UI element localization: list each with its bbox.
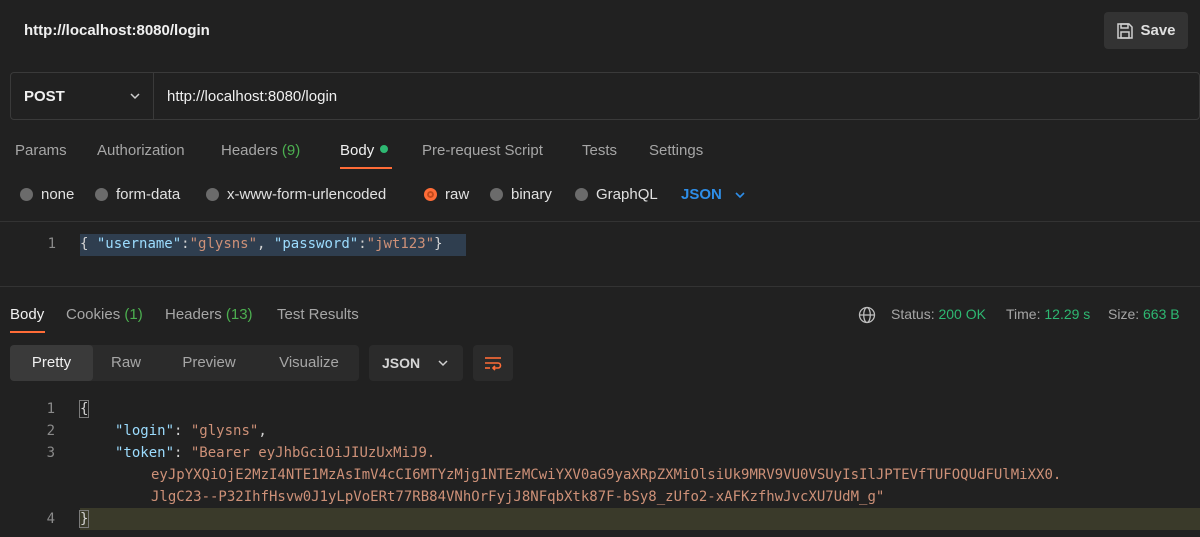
url-input[interactable] bbox=[167, 88, 1167, 105]
tab-body-label: Body bbox=[340, 142, 375, 159]
response-format-select[interactable]: JSON bbox=[369, 345, 463, 381]
json-open-brace: { bbox=[78, 400, 90, 418]
tab-headers[interactable]: Headers (9) bbox=[221, 142, 300, 159]
size-value: 663 B bbox=[1143, 306, 1180, 322]
radio-form-data[interactable]: form-data bbox=[95, 186, 180, 203]
view-visualize-button[interactable]: Visualize bbox=[259, 345, 359, 381]
json-token-continuation: JlgC23--P32IhfHsvw0J1yLpVoERt77RB84VNhOr… bbox=[151, 489, 885, 505]
body-type-options: none form-data x-www-form-urlencoded raw… bbox=[0, 182, 1200, 210]
line-number: 2 bbox=[46, 423, 55, 439]
raw-format-label: JSON bbox=[681, 186, 722, 203]
tab-response-body[interactable]: Body bbox=[10, 306, 44, 323]
view-raw-button[interactable]: Raw bbox=[93, 345, 159, 381]
tab-settings[interactable]: Settings bbox=[649, 142, 703, 159]
radio-urlencoded[interactable]: x-www-form-urlencoded bbox=[206, 186, 386, 203]
tab-response-headers-label: Headers bbox=[165, 306, 222, 323]
radio-binary[interactable]: binary bbox=[490, 186, 552, 203]
radio-circle bbox=[95, 188, 108, 201]
json-token-line: "token": "Bearer eyJhbGciOiJIUzUxMiJ9. bbox=[115, 445, 436, 461]
size-info: Size: 663 B bbox=[1108, 306, 1180, 322]
view-preview-button[interactable]: Preview bbox=[159, 345, 259, 381]
json-login-line: "login": "glysns", bbox=[115, 423, 267, 439]
line-number: 3 bbox=[46, 445, 55, 461]
radio-circle bbox=[575, 188, 588, 201]
radio-circle bbox=[490, 188, 503, 201]
request-title[interactable]: http://localhost:8080/login bbox=[24, 22, 210, 39]
save-label: Save bbox=[1140, 22, 1176, 39]
request-body-editor[interactable]: 1 { "username":"glysns", "password":"jwt… bbox=[0, 221, 1200, 287]
response-tabs: Body Cookies (1) Headers (13) Test Resul… bbox=[0, 298, 1200, 336]
radio-binary-label: binary bbox=[511, 186, 552, 203]
request-body-code: { "username":"glysns", "password":"jwt12… bbox=[80, 236, 443, 252]
response-headers-count: (13) bbox=[225, 306, 253, 323]
wrap-lines-icon bbox=[485, 357, 502, 371]
tab-authorization[interactable]: Authorization bbox=[97, 142, 185, 159]
response-view-toggle: Pretty Raw Preview Visualize bbox=[10, 345, 359, 381]
radio-none-label: none bbox=[41, 186, 75, 203]
active-tab-indicator bbox=[340, 167, 392, 169]
radio-graphql-label: GraphQL bbox=[596, 186, 658, 203]
json-close-brace: } bbox=[78, 510, 90, 528]
wrap-lines-button[interactable] bbox=[473, 345, 513, 381]
radio-circle bbox=[20, 188, 33, 201]
radio-raw[interactable]: raw bbox=[424, 186, 469, 203]
tab-cookies[interactable]: Cookies (1) bbox=[66, 306, 143, 323]
tab-tests[interactable]: Tests bbox=[582, 142, 617, 159]
method-label: POST bbox=[24, 88, 65, 105]
radio-raw-label: raw bbox=[445, 186, 470, 203]
time-info: Time: 12.29 s bbox=[1006, 306, 1090, 322]
radio-circle bbox=[206, 188, 219, 201]
line-number: 1 bbox=[47, 236, 56, 252]
view-pretty-button[interactable]: Pretty bbox=[10, 345, 93, 381]
time-value: 12.29 s bbox=[1044, 306, 1091, 322]
radio-urlencoded-label: x-www-form-urlencoded bbox=[227, 186, 387, 203]
title-bar: http://localhost:8080/login Save bbox=[0, 0, 1200, 62]
status-label: Status: bbox=[891, 306, 935, 322]
tab-params[interactable]: Params bbox=[15, 142, 67, 159]
request-tabs: Params Authorization Headers (9) Body Pr… bbox=[0, 134, 1200, 172]
radio-graphql[interactable]: GraphQL bbox=[575, 186, 658, 203]
size-label: Size: bbox=[1108, 306, 1140, 322]
tab-cookies-label: Cookies bbox=[66, 306, 121, 323]
url-bar: POST bbox=[10, 72, 1200, 120]
radio-form-data-label: form-data bbox=[116, 186, 181, 203]
chevron-down-icon bbox=[735, 191, 745, 198]
headers-count: (9) bbox=[281, 142, 301, 159]
chevron-down-icon bbox=[130, 93, 140, 100]
line-number: 4 bbox=[46, 511, 55, 527]
status-value: 200 OK bbox=[938, 306, 986, 322]
tab-body[interactable]: Body bbox=[340, 142, 389, 159]
body-indicator-dot bbox=[380, 145, 389, 154]
tab-headers-label: Headers bbox=[221, 142, 278, 159]
active-tab-indicator bbox=[10, 331, 45, 333]
globe-icon[interactable] bbox=[858, 306, 876, 324]
radio-circle-selected bbox=[424, 188, 437, 201]
cookies-count: (1) bbox=[124, 306, 143, 323]
tab-prerequest-script[interactable]: Pre-request Script bbox=[422, 142, 543, 159]
current-line-highlight bbox=[80, 508, 1200, 530]
json-token-continuation: eyJpYXQiOjE2MzI4NTE1MzAsImV4cCI6MTYzMjg1… bbox=[151, 467, 1062, 483]
save-icon bbox=[1117, 22, 1134, 39]
radio-none[interactable]: none bbox=[20, 186, 74, 203]
time-label: Time: bbox=[1006, 306, 1041, 322]
tab-test-results[interactable]: Test Results bbox=[277, 306, 359, 323]
response-body-viewer[interactable]: 1 2 3 4 { "login": "glysns", "token": "B… bbox=[0, 395, 1200, 537]
status-info: Status: 200 OK bbox=[891, 306, 986, 322]
line-number: 1 bbox=[46, 401, 55, 417]
chevron-down-icon bbox=[438, 360, 448, 367]
method-select[interactable]: POST bbox=[11, 73, 154, 119]
raw-format-select[interactable]: JSON bbox=[681, 186, 746, 203]
response-format-label: JSON bbox=[382, 355, 421, 371]
tab-response-headers[interactable]: Headers (13) bbox=[165, 306, 253, 323]
save-button[interactable]: Save bbox=[1104, 12, 1188, 49]
